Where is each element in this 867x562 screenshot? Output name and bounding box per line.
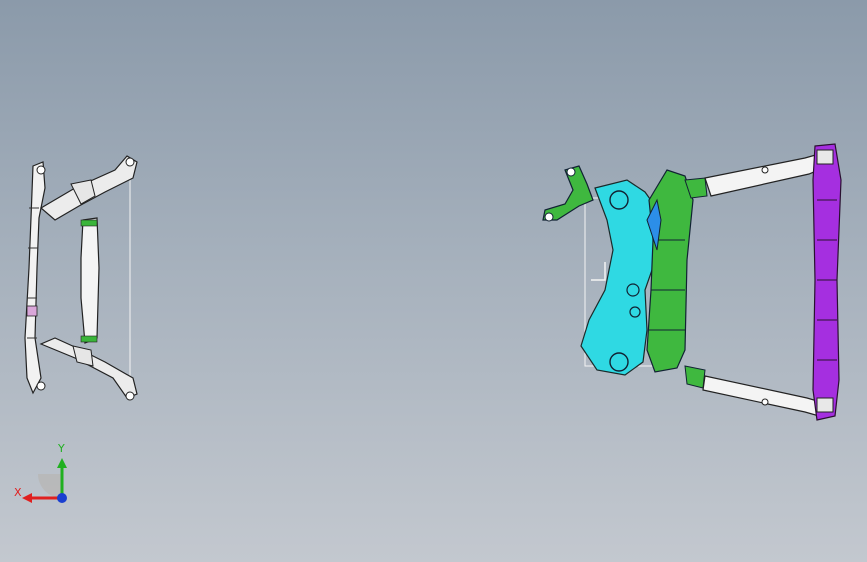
triad-graphic <box>22 458 67 503</box>
graphics-viewport[interactable]: Y X <box>0 0 867 562</box>
left-subframe-model[interactable] <box>15 148 145 408</box>
axis-triad: Y X <box>12 440 76 510</box>
right-subframe-model[interactable] <box>535 140 867 425</box>
y-axis-label: Y <box>58 442 65 455</box>
x-axis-label: X <box>14 486 22 499</box>
